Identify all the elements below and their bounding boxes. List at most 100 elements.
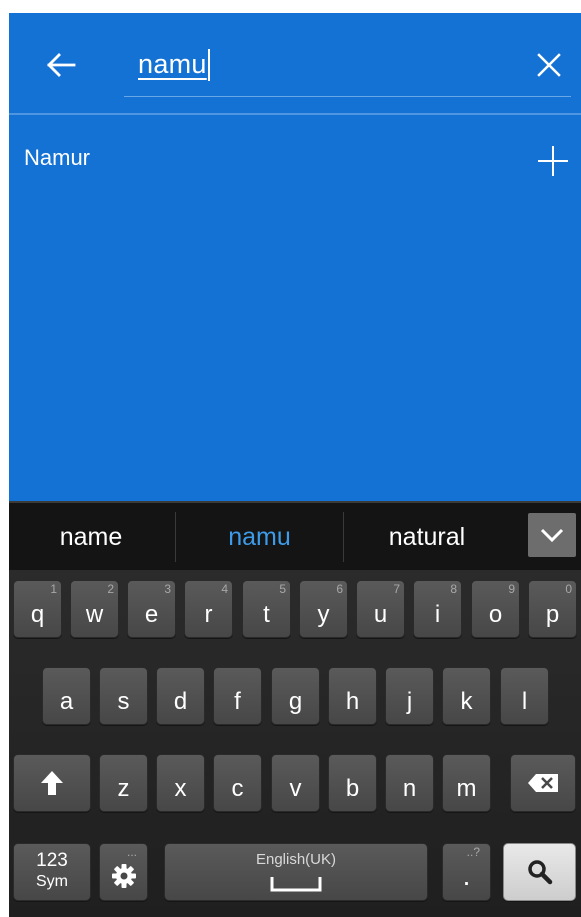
key-a[interactable]: a	[42, 667, 91, 725]
result-item-label: Namur	[24, 145, 91, 170]
key-label: j	[406, 688, 413, 715]
key-p[interactable]: 0p	[528, 580, 577, 638]
key-u[interactable]: 7u	[356, 580, 405, 638]
suggestion-bar: name namu natural	[9, 501, 581, 570]
result-item[interactable]: Namur	[9, 131, 581, 187]
key-label: s	[117, 688, 130, 715]
key-t[interactable]: 5t	[242, 580, 291, 638]
key-label: z	[117, 775, 130, 802]
key-g[interactable]: g	[271, 667, 320, 725]
space-bar-icon	[270, 877, 322, 892]
key-label: l	[521, 688, 528, 715]
key-r[interactable]: 4r	[184, 580, 233, 638]
key-label: a	[59, 688, 74, 715]
symbols-key[interactable]: 123 Sym	[13, 843, 91, 901]
search-input[interactable]: namu	[138, 49, 207, 80]
key-hint: 3	[164, 582, 171, 596]
key-label: y	[317, 601, 330, 628]
backspace-icon	[528, 774, 558, 792]
key-x[interactable]: x	[156, 754, 205, 812]
shift-key-icon-wrap	[14, 755, 90, 811]
arrow-left-icon	[47, 53, 76, 77]
close-icon	[537, 53, 561, 77]
search-panel: namu Namur	[9, 13, 581, 501]
key-f[interactable]: f	[213, 667, 262, 725]
suggestion-divider	[343, 512, 344, 562]
key-label: u	[373, 601, 388, 628]
chevron-down-icon	[540, 528, 564, 543]
key-label: i	[434, 601, 441, 628]
expand-suggestions-button[interactable]	[528, 513, 576, 557]
backspace-key-icon-wrap	[511, 755, 575, 811]
key-i[interactable]: 8i	[413, 580, 462, 638]
key-label: w	[85, 601, 104, 628]
symbols-key-label-top: 123	[36, 850, 68, 871]
search-key[interactable]	[503, 843, 576, 901]
key-hint: 9	[508, 582, 515, 596]
key-hint: 5	[279, 582, 286, 596]
key-label: e	[144, 601, 159, 628]
key-label: r	[204, 601, 213, 628]
period-key-hint: ..?	[466, 845, 480, 859]
key-v[interactable]: v	[271, 754, 320, 812]
key-label: p	[545, 601, 560, 628]
key-hint: 6	[336, 582, 343, 596]
key-e[interactable]: 3e	[127, 580, 176, 638]
key-label: g	[288, 688, 303, 715]
period-key[interactable]: ..? .	[442, 843, 491, 901]
key-n[interactable]: n	[385, 754, 434, 812]
space-key[interactable]: English(UK)	[164, 843, 428, 901]
key-z[interactable]: z	[99, 754, 148, 812]
key-s[interactable]: s	[99, 667, 148, 725]
search-icon	[527, 860, 552, 885]
key-label: v	[289, 775, 302, 802]
key-b[interactable]: b	[328, 754, 377, 812]
key-hint: 2	[107, 582, 114, 596]
period-key-label: .	[462, 860, 471, 891]
key-label: o	[488, 601, 503, 628]
key-label: m	[456, 775, 477, 802]
key-h[interactable]: h	[328, 667, 377, 725]
key-hint: 4	[221, 582, 228, 596]
clear-search-button[interactable]	[531, 47, 567, 83]
key-w[interactable]: 2w	[70, 580, 119, 638]
key-m[interactable]: m	[442, 754, 491, 812]
shift-key[interactable]	[13, 754, 91, 812]
key-c[interactable]: c	[213, 754, 262, 812]
key-label: f	[234, 688, 241, 715]
text-caret	[208, 49, 210, 81]
backspace-key[interactable]	[510, 754, 576, 812]
key-label: n	[402, 775, 417, 802]
key-l[interactable]: l	[500, 667, 549, 725]
suggestion-2[interactable]: namu	[177, 519, 342, 555]
space-key-icon-wrap	[165, 868, 427, 900]
key-label: x	[174, 775, 187, 802]
symbols-key-label-bottom: Sym	[36, 873, 68, 890]
key-d[interactable]: d	[156, 667, 205, 725]
search-field[interactable]: namu	[124, 43, 571, 97]
key-q[interactable]: 1q	[13, 580, 62, 638]
settings-key-icon-wrap	[100, 852, 147, 900]
gear-icon	[111, 864, 136, 888]
key-label: c	[231, 775, 244, 802]
suggestion-divider	[175, 512, 176, 562]
add-location-button[interactable]	[535, 143, 571, 179]
suggestion-3[interactable]: natural	[345, 519, 509, 555]
app-window: namu Namur name namu n a tural 1 q 2 w 3 e…	[9, 13, 581, 917]
space-key-label: English(UK)	[255, 851, 337, 868]
suggestion-1[interactable]: name	[9, 519, 173, 555]
key-j[interactable]: j	[385, 667, 434, 725]
search-key-icon-wrap	[504, 844, 575, 900]
soft-keyboard: name namu natural 1q 2w 3e 4r 5t 6y 7u 8…	[9, 501, 581, 917]
key-hint: 7	[393, 582, 400, 596]
key-label: k	[460, 688, 473, 715]
key-o[interactable]: 9o	[471, 580, 520, 638]
key-k[interactable]: k	[442, 667, 491, 725]
key-hint: 8	[450, 582, 457, 596]
back-button[interactable]	[39, 43, 83, 87]
shift-arrow-icon	[41, 771, 63, 795]
key-label: b	[345, 775, 360, 802]
settings-key[interactable]: ...	[99, 843, 148, 901]
key-y[interactable]: 6y	[299, 580, 348, 638]
key-label: t	[263, 601, 270, 628]
